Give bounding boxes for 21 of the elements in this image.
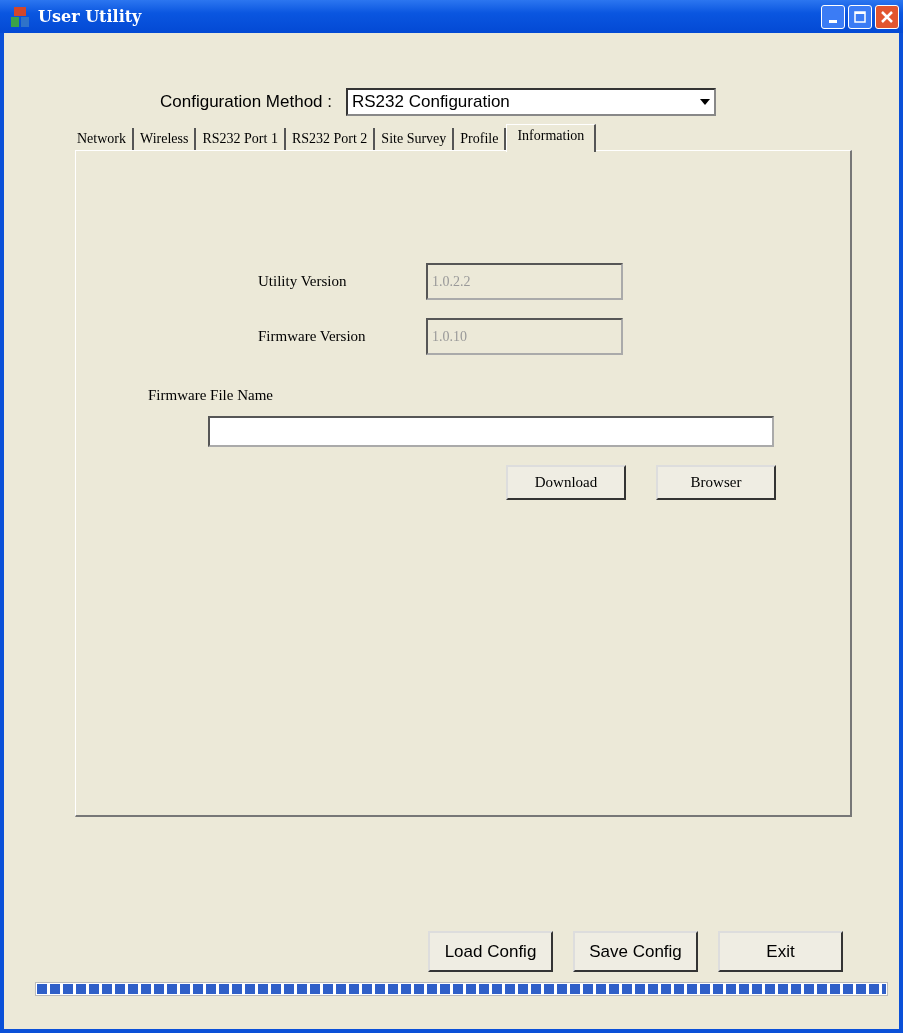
- maximize-button[interactable]: [848, 4, 872, 29]
- minimize-button[interactable]: [821, 4, 845, 29]
- action-button[interactable]: Load Config: [428, 931, 553, 972]
- action-button[interactable]: Exit: [718, 931, 843, 972]
- field-label: Utility Version: [258, 273, 348, 290]
- app-icon: [10, 5, 30, 28]
- method-dropdown[interactable]: RS232 Configuration: [346, 88, 716, 116]
- file-name-field[interactable]: [208, 416, 774, 447]
- action-button[interactable]: Save Config: [573, 931, 698, 972]
- panel-button[interactable]: Download: [506, 465, 626, 500]
- close-button[interactable]: [875, 4, 899, 29]
- caret-icon: [700, 99, 710, 105]
- close-icon: [880, 9, 894, 24]
- minimize-icon: [829, 20, 837, 23]
- panel-button[interactable]: Browser: [656, 465, 776, 500]
- field-label: Firmware File Name: [148, 387, 274, 404]
- field-label: Firmware Version: [258, 328, 367, 345]
- window-title: User Utility: [38, 7, 143, 26]
- field-label: Configuration Method :: [160, 92, 332, 112]
- maximize-icon: [854, 10, 866, 23]
- tab[interactable]: Information: [506, 124, 597, 152]
